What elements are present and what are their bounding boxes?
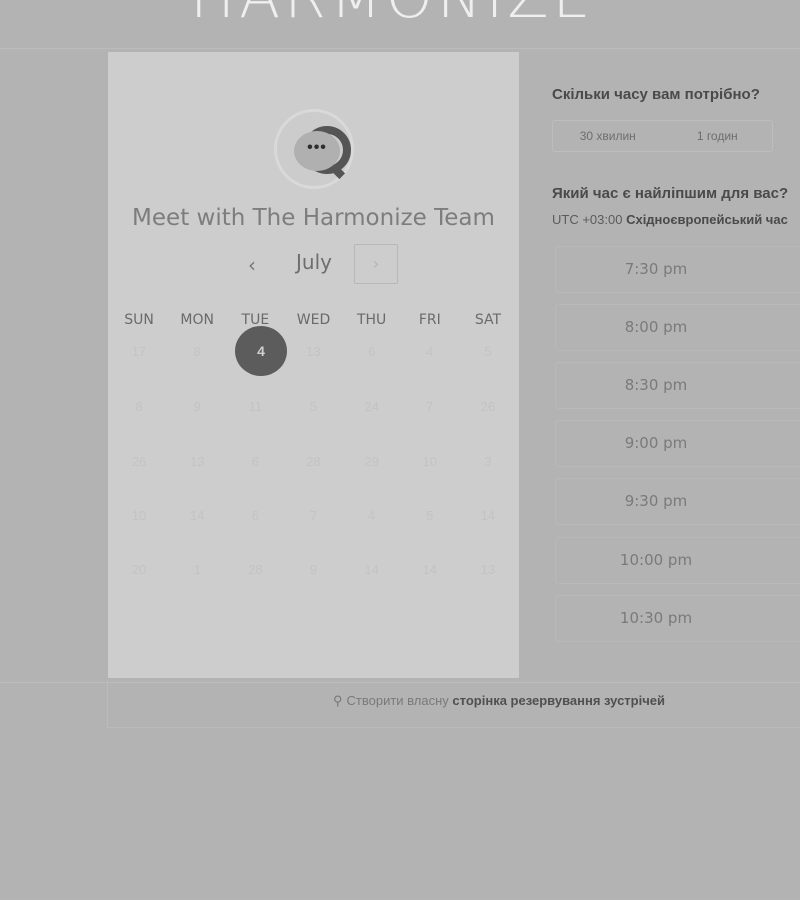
calendar-day: 9 [193, 399, 201, 414]
calendar-day: 20 [131, 562, 147, 577]
duration-option-1hour[interactable]: 1 годин [663, 121, 773, 151]
calendar-day: 5 [426, 508, 434, 523]
timezone-selector[interactable]: UTC +03:00 Східноєвропейський час [552, 212, 788, 227]
calendar-week: 20 1 28 9 14 14 13 [110, 562, 517, 577]
footer-prefix: Створити власну [346, 693, 449, 708]
calendar-day: 5 [309, 399, 318, 414]
footer-link[interactable]: ⚲ Створити власну сторінка резервування з… [333, 693, 665, 709]
weekday-sun: SUN [124, 312, 154, 328]
calendar-day: 14 [480, 508, 496, 523]
calendar-week: 26 13 6 28 29 10 3 [110, 454, 517, 469]
calendar-day: 4 [426, 344, 434, 359]
calendar-day: 8 [193, 344, 201, 359]
selected-day[interactable]: 4 [235, 326, 287, 376]
time-slot[interactable]: 9:30 pm [555, 478, 800, 525]
time-slot[interactable]: 8:30 pm [555, 362, 800, 409]
calendar-day: 13 [480, 562, 496, 577]
calendar-day: 9 [309, 562, 318, 577]
brand-title: HARMONIZE [190, 0, 594, 32]
timezone-offset: UTC +03:00 [552, 212, 623, 227]
calendar-day: 7 [426, 399, 434, 414]
calendar-week: 17 8 13 6 4 5 [110, 344, 517, 359]
calendar-day: 10 [422, 454, 437, 469]
time-question: Який час є найліпшим для вас? [552, 185, 789, 202]
weekday-wed: WED [296, 312, 331, 328]
calendar-day: 28 [248, 562, 263, 577]
calendar-day: 14 [189, 508, 205, 523]
time-slot[interactable]: 9:00 pm [555, 420, 800, 467]
footer-link-text[interactable]: сторінка резервування зустрічей [452, 693, 665, 708]
calendar-day: 6 [251, 508, 259, 523]
duration-question: Скільки часу вам потрібно? [552, 86, 760, 103]
duration-option-30min[interactable]: 30 хвилин [553, 121, 663, 151]
calendar-day: 10 [131, 508, 147, 523]
calendar-day: 5 [484, 344, 492, 359]
next-month-button[interactable]: › [354, 244, 398, 284]
calendar-day: 17 [131, 344, 147, 359]
calendar-day: 4 [368, 508, 376, 523]
calendar-day: 24 [364, 399, 379, 414]
avatar: ••• [274, 109, 354, 189]
calendar-day: 1 [193, 562, 201, 577]
prev-month-button[interactable]: ‹ [238, 248, 266, 282]
calendar-day: 6 [368, 344, 376, 359]
top-divider [0, 48, 800, 49]
calendar-day: 14 [422, 562, 437, 577]
duration-selector: 30 хвилин 1 годин [552, 120, 773, 152]
meeting-title: Meet with The Harmonize Team [132, 205, 495, 231]
calendar-day: 7 [309, 508, 318, 523]
calendar-week: 10 14 6 7 4 5 14 [110, 508, 517, 523]
weekday-fri: FRI [418, 312, 441, 328]
calendar-day: 11 [248, 399, 263, 414]
time-slot[interactable]: 10:00 pm [555, 537, 800, 584]
weekday-header: SUN MON TUE WED THU FRI SAT [110, 312, 517, 328]
calendar-day: 26 [131, 454, 147, 469]
weekday-thu: THU [356, 312, 387, 328]
time-slot[interactable]: 10:30 pm [555, 595, 800, 642]
timezone-name: Східноєвропейський час [626, 212, 788, 227]
chevron-right-icon: › [372, 254, 380, 273]
calendar-week: 8 9 11 5 24 7 26 [110, 399, 517, 414]
calendar-day: 13 [306, 344, 321, 359]
calendar-day: 13 [189, 454, 205, 469]
chevron-left-icon: ‹ [248, 253, 256, 277]
sprocket-icon: ⚲ [333, 693, 343, 708]
calendar-day: 26 [480, 399, 496, 414]
calendar-day: 3 [484, 454, 492, 469]
time-slot[interactable]: 7:30 pm [555, 246, 800, 293]
calendar-day: 6 [251, 454, 259, 469]
chat-bubble-icon: ••• [294, 131, 340, 171]
calendar-day: 14 [364, 562, 379, 577]
weekday-mon: MON [180, 312, 214, 328]
time-slot[interactable]: 8:00 pm [555, 304, 800, 351]
month-label: July [296, 250, 332, 274]
calendar-day: 8 [135, 399, 143, 414]
calendar-day: 29 [364, 454, 379, 469]
calendar-day: 28 [306, 454, 321, 469]
weekday-sat: SAT [474, 312, 502, 328]
